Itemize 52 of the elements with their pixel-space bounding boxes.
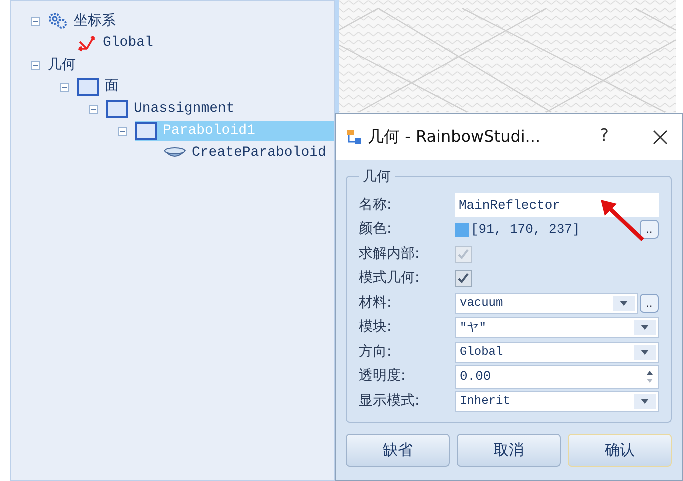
dialog-button[interactable]: 取消 [457,434,561,466]
gears-icon [48,12,68,30]
dropdown-field[interactable]: vacuum [455,292,638,314]
collapse-toggle[interactable] [31,60,40,70]
tree-item[interactable]: 几何 [48,55,80,75]
field-label: 透明度: [359,367,407,386]
collapse-toggle[interactable] [89,104,98,114]
tree-item[interactable]: Global [77,33,158,53]
number-field[interactable]: 0.00 [455,364,659,389]
dropdown-arrow-icon [641,398,649,404]
dropdown-field[interactable]: "ヤ" [455,317,659,338]
field-label: 材料: [359,294,393,313]
spin-arrows-icon[interactable] [646,370,654,384]
dish-icon [164,146,186,160]
field-label: 模块: [359,318,393,338]
field-label: 求解内部: [359,244,421,264]
checkbox[interactable] [455,270,472,288]
collapse-toggle[interactable] [118,126,127,136]
dropdown-arrow-icon [641,350,649,355]
browse-button[interactable]: .. [640,294,659,313]
help-button[interactable]: ? [600,124,609,150]
color-swatch[interactable] [455,222,469,237]
tree-item[interactable]: 面 [77,77,123,97]
dropdown-field[interactable]: Global [455,342,659,363]
field-label: 名称: [359,196,393,215]
dropdown-arrow-icon [641,325,649,330]
square-icon [135,122,157,140]
dropdown-field[interactable]: Inherit [455,390,659,412]
dialog-button[interactable]: 确认 [568,434,672,466]
collapse-toggle[interactable] [31,16,40,26]
field-label: 方向: [359,342,393,362]
field-label: 模式几何: [359,269,421,288]
network-icon [346,129,362,145]
collapse-toggle[interactable] [60,82,69,92]
close-icon[interactable] [653,130,668,144]
square-icon [77,78,99,96]
tree-item[interactable]: Unassignment [106,99,239,119]
name-field[interactable]: MainReflector [455,193,659,218]
color-value: [91, 170, 237] [471,221,582,239]
browse-button[interactable]: .. [640,220,659,240]
axes-icon [77,34,97,52]
check-icon [458,248,469,260]
tree-item[interactable]: CreateParaboloid [164,143,330,163]
field-label: 颜色: [359,220,393,240]
square-icon [106,100,128,118]
window-title: 几何 - RainbowStudi... [368,126,542,148]
annotation-arrow [599,198,647,244]
dialog-button[interactable]: 缺省 [346,434,450,466]
field-label: 显示模式: [359,392,421,411]
check-icon [458,273,469,284]
dropdown-arrow-icon [620,300,628,306]
tree-item[interactable]: 坐标系 [48,11,120,31]
